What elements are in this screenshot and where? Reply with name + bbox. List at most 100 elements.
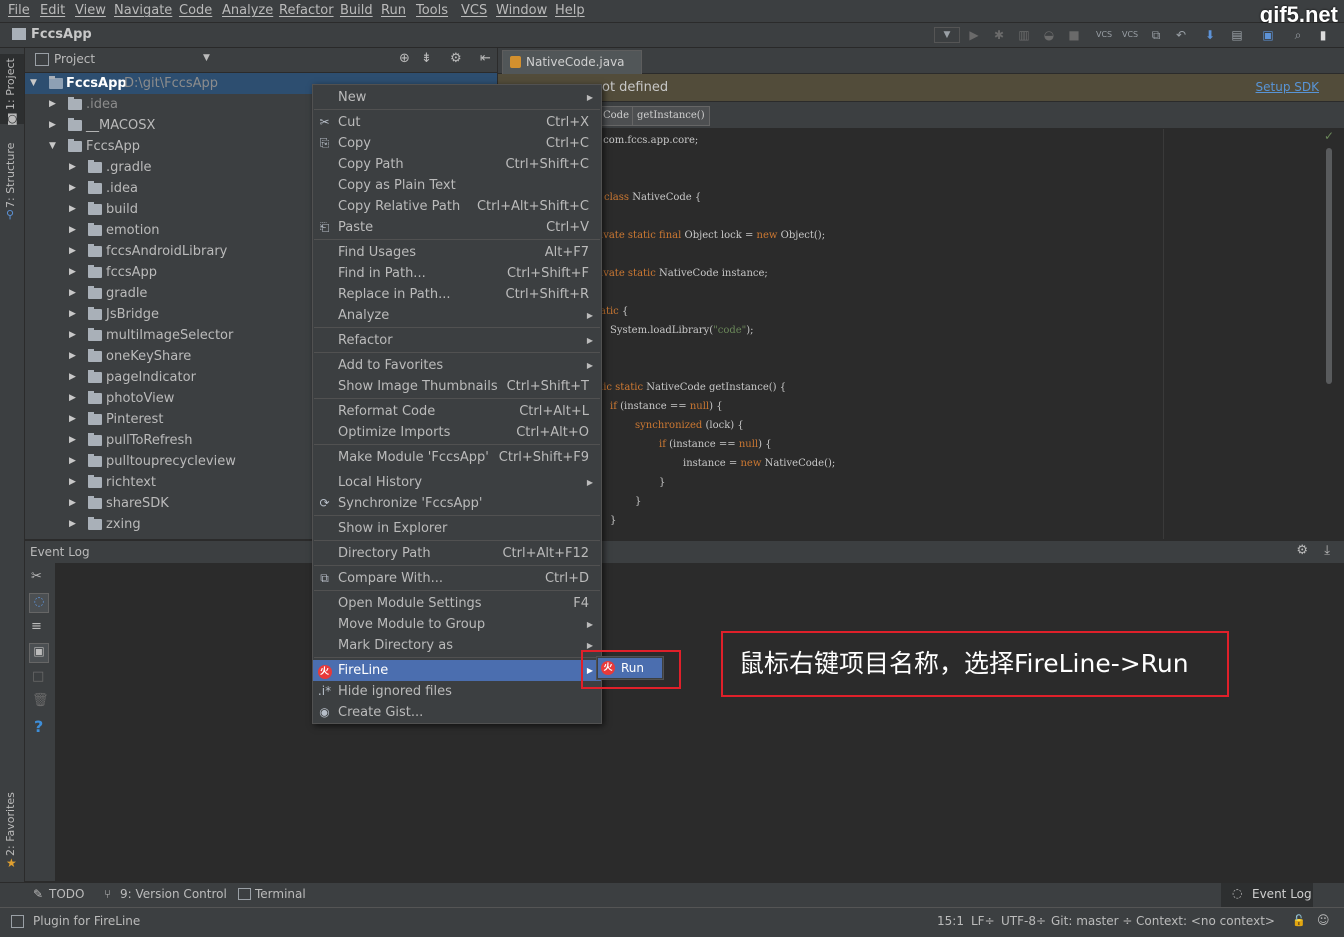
menu-item-cut[interactable]: ✂ Cut Ctrl+X <box>313 112 601 133</box>
tab-event-log[interactable]: Event Log <box>1252 887 1312 901</box>
stop-icon[interactable]: ■ <box>1066 27 1082 43</box>
vcs-commit-icon[interactable]: VCS <box>1122 27 1138 43</box>
menu-item-hide-ignored-files[interactable]: .i* Hide ignored files <box>313 681 601 702</box>
menu-help[interactable]: Help <box>555 3 585 18</box>
menu-item-compare-with[interactable]: ⧉ Compare With... Ctrl+D <box>313 568 601 589</box>
menu-item-find-usages[interactable]: Find Usages Alt+F7 <box>313 242 601 263</box>
collapsed-arrow-icon[interactable]: ▶ <box>69 241 76 262</box>
menu-edit[interactable]: Edit <box>40 3 65 18</box>
settings-icon[interactable]: ✂ <box>31 569 42 584</box>
code-editor[interactable]: e com.fccs.app.core; class NativeCode { … <box>498 129 1334 539</box>
revert-icon[interactable]: ↶ <box>1173 27 1189 43</box>
menu-item-replace-in-path[interactable]: Replace in Path... Ctrl+Shift+R <box>313 284 601 305</box>
collapsed-arrow-icon[interactable]: ▶ <box>69 388 76 409</box>
collapsed-arrow-icon[interactable]: ▶ <box>69 409 76 430</box>
hide-panel-icon[interactable]: ⤓ <box>1324 543 1330 558</box>
help-icon[interactable]: ▮ <box>1315 27 1331 43</box>
collapsed-arrow-icon[interactable]: ▶ <box>69 514 76 535</box>
collapsed-arrow-icon[interactable]: ▶ <box>69 220 76 241</box>
collapsed-arrow-icon[interactable]: ▶ <box>69 430 76 451</box>
menu-item-mark-directory-as[interactable]: Mark Directory as ▶ <box>313 635 601 656</box>
menu-item-copy[interactable]: ⎘ Copy Ctrl+C <box>313 133 601 154</box>
soft-wrap-icon[interactable]: ≡ <box>31 619 42 634</box>
chevron-down-icon[interactable]: ▼ <box>203 53 210 63</box>
menu-item-refactor[interactable]: Refactor ▶ <box>313 330 601 351</box>
breadcrumb-class[interactable]: Code <box>598 106 634 126</box>
context-indicator[interactable]: Context: <no context> <box>1136 914 1275 928</box>
collapsed-arrow-icon[interactable]: ▶ <box>49 115 56 136</box>
project-view-selector[interactable]: Project <box>54 52 95 66</box>
scroll-to-end-icon[interactable]: ▣ <box>29 643 49 663</box>
tab-structure[interactable]: 7: Structure <box>4 143 17 208</box>
collapsed-arrow-icon[interactable]: ▶ <box>69 472 76 493</box>
debug-icon[interactable]: ✱ <box>991 27 1007 43</box>
menu-vcs[interactable]: VCS <box>461 3 487 18</box>
menu-item-show-image-thumbnails[interactable]: Show Image Thumbnails Ctrl+Shift+T <box>313 376 601 397</box>
menu-item-copy-as-plain-text[interactable]: Copy as Plain Text <box>313 175 601 196</box>
line-separator[interactable]: LF÷ <box>971 914 995 928</box>
hide-panel-icon[interactable]: ⇤ <box>480 51 491 66</box>
sdk-manager-icon[interactable]: ⬇ <box>1202 27 1218 43</box>
menu-item-paste[interactable]: ⎗ Paste Ctrl+V <box>313 217 601 238</box>
collapsed-arrow-icon[interactable]: ▶ <box>69 262 76 283</box>
clear-icon[interactable]: 🗑 <box>32 693 49 708</box>
menu-item-find-in-path[interactable]: Find in Path... Ctrl+Shift+F <box>313 263 601 284</box>
collapsed-arrow-icon[interactable]: ▶ <box>69 367 76 388</box>
collapsed-arrow-icon[interactable]: ▶ <box>49 94 56 115</box>
menu-item-optimize-imports[interactable]: Optimize Imports Ctrl+Alt+O <box>313 422 601 443</box>
structure-icon[interactable]: ▣ <box>1260 27 1276 43</box>
menu-item-copy-path[interactable]: Copy Path Ctrl+Shift+C <box>313 154 601 175</box>
gear-icon[interactable]: ⚙ <box>1296 543 1308 558</box>
menu-item-analyze[interactable]: Analyze ▶ <box>313 305 601 326</box>
menu-window[interactable]: Window <box>496 3 547 18</box>
menu-item-move-module-to-group[interactable]: Move Module to Group ▶ <box>313 614 601 635</box>
menu-item-reformat-code[interactable]: Reformat Code Ctrl+Alt+L <box>313 401 601 422</box>
collapsed-arrow-icon[interactable]: ▶ <box>69 493 76 514</box>
tab-todo[interactable]: TODO <box>49 887 84 901</box>
menu-refactor[interactable]: Refactor <box>279 3 334 18</box>
menu-item-synchronize-fccsapp[interactable]: ⟳ Synchronize 'FccsApp' <box>313 493 601 514</box>
avd-manager-icon[interactable]: ▤ <box>1229 27 1245 43</box>
vcs-update-icon[interactable]: VCS <box>1096 27 1112 43</box>
nav-project-name[interactable]: FccsApp <box>31 27 92 42</box>
menu-analyze[interactable]: Analyze <box>222 3 273 18</box>
menu-view[interactable]: View <box>75 3 106 18</box>
mark-read-icon[interactable]: □ <box>32 669 44 684</box>
collapse-all-icon[interactable]: ⇟ <box>421 51 432 66</box>
menu-item-fireline[interactable]: 火 FireLine ▶ <box>313 660 601 681</box>
collapsed-arrow-icon[interactable]: ▶ <box>69 178 76 199</box>
breadcrumb-method[interactable]: getInstance() <box>632 106 710 126</box>
menu-item-copy-relative-path[interactable]: Copy Relative Path Ctrl+Alt+Shift+C <box>313 196 601 217</box>
menu-code[interactable]: Code <box>179 3 212 18</box>
search-icon[interactable]: ⌕ <box>1290 27 1306 43</box>
lock-icon[interactable]: 🔓 <box>1292 914 1306 927</box>
coverage-icon[interactable]: ▥ <box>1016 27 1032 43</box>
tab-favorites[interactable]: 2: Favorites <box>4 792 17 856</box>
editor-tab-nativecode[interactable]: NativeCode.java <box>502 50 642 74</box>
vcs-history-icon[interactable]: ⧉ <box>1148 27 1164 43</box>
run-config-dropdown[interactable]: ▼ <box>934 27 960 43</box>
profile-icon[interactable]: ◒ <box>1041 27 1057 43</box>
git-branch[interactable]: Git: master ÷ <box>1051 914 1132 928</box>
menu-file[interactable]: File <box>8 3 30 18</box>
scroll-from-source-icon[interactable]: ⊕ <box>399 51 410 66</box>
expanded-arrow-icon[interactable]: ▼ <box>30 73 37 94</box>
gear-icon[interactable]: ⚙ <box>450 51 462 66</box>
file-encoding[interactable]: UTF-8÷ <box>1001 914 1046 928</box>
menu-navigate[interactable]: Navigate <box>114 3 172 18</box>
menu-item-show-in-explorer[interactable]: Show in Explorer <box>313 518 601 539</box>
collapsed-arrow-icon[interactable]: ▶ <box>69 283 76 304</box>
collapsed-arrow-icon[interactable]: ▶ <box>69 346 76 367</box>
tool-windows-icon[interactable] <box>11 915 24 928</box>
setup-sdk-link[interactable]: Setup SDK <box>1256 80 1319 94</box>
help-icon[interactable]: ? <box>34 717 43 736</box>
expanded-arrow-icon[interactable]: ▼ <box>49 136 56 157</box>
menu-item-new[interactable]: New ▶ <box>313 87 601 108</box>
menu-item-add-to-favorites[interactable]: Add to Favorites ▶ <box>313 355 601 376</box>
menu-item-open-module-settings[interactable]: Open Module Settings F4 <box>313 593 601 614</box>
tab-version-control[interactable]: 9: Version Control <box>120 887 227 901</box>
menu-tools[interactable]: Tools <box>416 3 448 18</box>
caret-position[interactable]: 15:1 <box>937 914 964 928</box>
menu-item-directory-path[interactable]: Directory Path Ctrl+Alt+F12 <box>313 543 601 564</box>
inspector-icon[interactable]: ☺ <box>1317 913 1330 927</box>
